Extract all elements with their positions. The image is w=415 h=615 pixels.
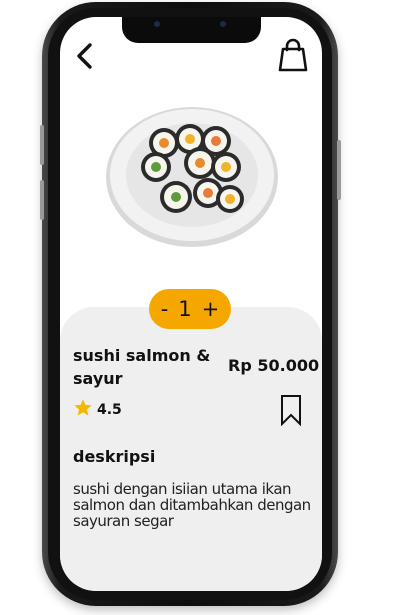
product-image [106, 107, 278, 247]
decrement-button[interactable]: - [161, 297, 169, 321]
chevron-left-icon[interactable] [72, 41, 98, 71]
camera-dot [154, 21, 160, 27]
product-price: Rp 50.000 [228, 356, 320, 375]
quantity-value: 1 [178, 297, 192, 321]
phone-notch [122, 17, 261, 43]
quantity-stepper: - 1 + [149, 289, 231, 329]
bookmark-icon[interactable] [280, 394, 302, 426]
app-screen: - 1 + sushi salmon & sayur Rp 50.000 4.5… [60, 17, 322, 591]
product-rating: 4.5 [97, 402, 122, 418]
shopping-bag-icon[interactable] [278, 37, 308, 73]
phone-side-button [40, 180, 44, 220]
phone-side-button [337, 140, 341, 200]
star-icon [74, 399, 92, 416]
description-heading: deskripsi [73, 447, 156, 466]
product-name: sushi salmon & sayur [73, 346, 211, 388]
increment-button[interactable]: + [202, 297, 220, 321]
sensor-dot [220, 21, 226, 27]
phone-side-button [40, 125, 44, 165]
description-text: sushi dengan isiian utama ikan salmon da… [73, 480, 311, 530]
